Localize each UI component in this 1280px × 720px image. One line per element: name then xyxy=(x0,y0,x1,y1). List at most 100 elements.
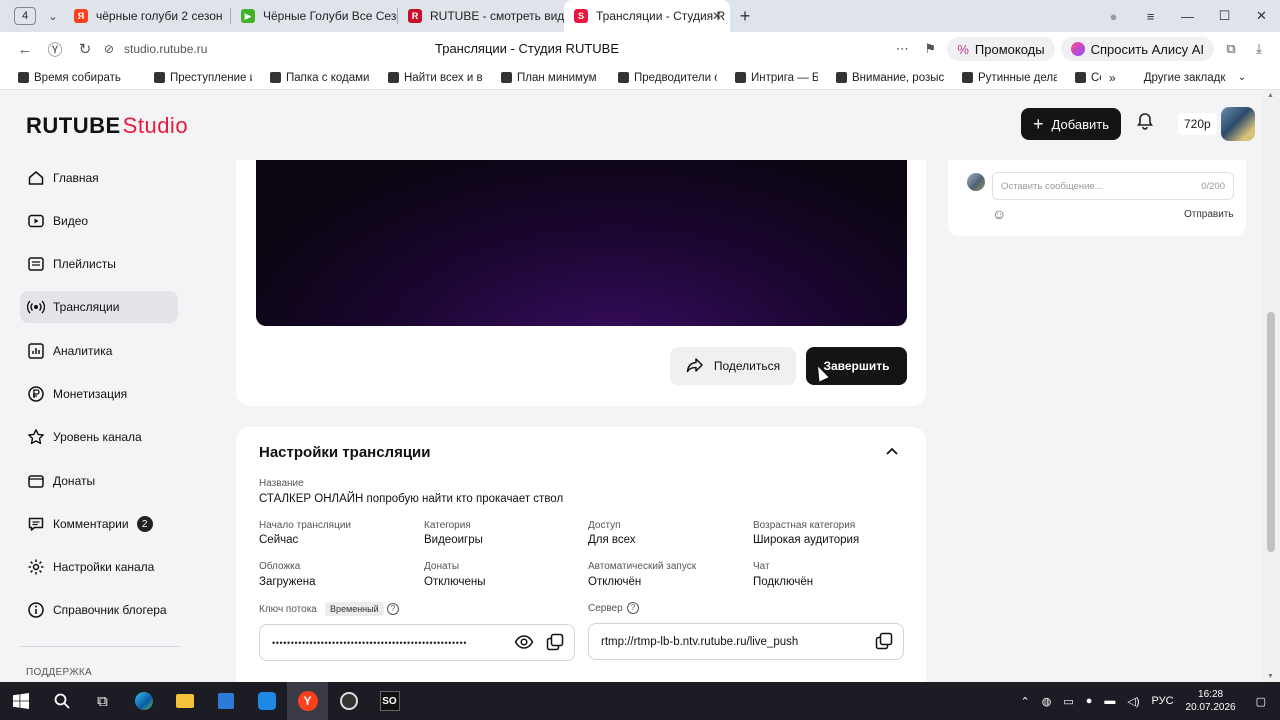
bookmark-item[interactable]: Интрига — База xyxy=(717,72,818,84)
close-tab-icon[interactable]: ✕ xyxy=(712,9,722,23)
task-view-icon[interactable]: ⧉ xyxy=(82,682,123,720)
other-bookmarks[interactable]: Другие закладки xyxy=(1116,72,1226,84)
more-bookmarks-icon[interactable]: » xyxy=(1109,71,1116,85)
sidebar-item-blogger-guide[interactable]: Справочник блогера xyxy=(20,594,178,626)
share-button[interactable]: Поделиться xyxy=(670,347,796,385)
server-help-icon[interactable]: ? xyxy=(627,602,639,614)
bookmark-item[interactable]: Предводители ор xyxy=(600,72,717,84)
bookmark-icon[interactable]: ⚑ xyxy=(919,41,941,57)
bookmark-label: План минимум – xyxy=(517,71,600,84)
add-button[interactable]: + Добавить xyxy=(1021,108,1121,140)
sidebar-item-playlists[interactable]: Плейлисты xyxy=(20,248,178,280)
scrollbar-thumb[interactable] xyxy=(1267,312,1275,552)
page-scrollbar[interactable]: ▲ ▼ xyxy=(1262,90,1280,682)
scroll-up-icon[interactable]: ▲ xyxy=(1267,92,1274,99)
comments-count-badge: 2 xyxy=(136,516,153,532)
site-info-icon[interactable]: ⊘ xyxy=(100,42,118,56)
tabs-dropdown-icon[interactable]: ⌄ xyxy=(42,10,64,23)
search-icon[interactable] xyxy=(41,682,82,720)
sidebar-item-channel-level[interactable]: Уровень канала xyxy=(20,421,178,453)
video-preview[interactable] xyxy=(256,160,907,326)
clock[interactable]: 16:28 20.07.2026 xyxy=(1186,688,1236,714)
browser-tab[interactable]: Я чёрные голуби 2 сезон xyxy=(64,0,230,32)
browser-tab[interactable]: ▶ Чёрные Голуби Все Сезо xyxy=(231,0,397,32)
sidebar-item-video[interactable]: Видео xyxy=(20,205,178,237)
notifications-bell-icon[interactable] xyxy=(1136,112,1154,135)
language-indicator[interactable]: РУС xyxy=(1152,695,1174,707)
info-icon xyxy=(26,600,46,620)
quality-indicator[interactable]: 720p xyxy=(1178,113,1217,135)
new-tab-button[interactable]: + xyxy=(730,6,760,27)
yandex-home-icon[interactable]: Ⓨ xyxy=(40,39,70,60)
eye-icon[interactable] xyxy=(514,633,534,654)
sidebar-item-channel-settings[interactable]: Настройки канала xyxy=(20,551,178,583)
minimize-icon[interactable]: — xyxy=(1169,9,1206,24)
windows-start-icon[interactable] xyxy=(0,682,41,720)
tray-expand-icon[interactable]: ⌃ xyxy=(1020,695,1029,708)
other-bookmarks-label: Другие закладки xyxy=(1143,71,1226,84)
sidebar-item-analytics[interactable]: Аналитика xyxy=(20,335,178,367)
more-icon[interactable]: ⋯ xyxy=(891,41,913,57)
copy-icon[interactable] xyxy=(546,633,564,654)
collections-icon[interactable]: ⧉ xyxy=(1220,41,1242,57)
chat-message-input[interactable]: Оставить сообщение... 0/200 xyxy=(992,172,1234,200)
stream-key-help-icon[interactable]: ? xyxy=(387,603,399,615)
server-field[interactable]: rtmp://rtmp-lb-b.ntv.rutube.ru/live_push xyxy=(588,623,904,660)
back-icon[interactable]: ← xyxy=(10,41,40,58)
bookmarks-menu-icon[interactable]: ⌄ xyxy=(1238,72,1246,83)
tray-network-icon[interactable]: ▭ xyxy=(1063,695,1073,708)
promo-button[interactable]: % Промокоды xyxy=(947,37,1055,61)
mail-app-icon[interactable] xyxy=(246,682,287,720)
clock-date: 20.07.2026 xyxy=(1185,702,1236,713)
bookmark-item[interactable]: Преступление и xyxy=(136,72,252,84)
bookmark-item[interactable]: Папка с кодами – xyxy=(252,72,370,84)
stalker-online-icon[interactable]: SO xyxy=(369,682,410,720)
url-host[interactable]: studio.rutube.ru xyxy=(124,42,207,56)
tray-mic-icon[interactable]: ● xyxy=(1086,695,1093,707)
bookmark-label: Время собирать xyxy=(34,71,121,84)
sidebar-item-comments[interactable]: Комментарии 2 xyxy=(20,508,178,540)
scroll-down-icon[interactable]: ▼ xyxy=(1267,673,1274,680)
studio-logo[interactable]: RUTUBEStudio xyxy=(26,113,188,139)
profile-icon[interactable]: ● xyxy=(1095,9,1132,24)
menu-icon[interactable]: ≡ xyxy=(1132,9,1169,24)
reload-icon[interactable]: ↻ xyxy=(70,40,100,58)
browser-tab-active[interactable]: S Трансляции - Студия R ✕ xyxy=(564,0,730,32)
yandex-browser-icon[interactable]: Y xyxy=(287,682,328,720)
copy-icon[interactable] xyxy=(875,632,893,653)
video-icon xyxy=(26,211,46,231)
notifications-icon[interactable]: ▢ xyxy=(1256,695,1266,708)
tray-app-icon[interactable]: ◍ xyxy=(1042,695,1052,708)
maximize-icon[interactable]: ☐ xyxy=(1206,8,1243,24)
emoji-icon[interactable]: ☺ xyxy=(992,206,1006,222)
bookmark-icon xyxy=(18,72,29,83)
sidebar-item-broadcasts[interactable]: Трансляции xyxy=(20,291,178,323)
store-icon[interactable] xyxy=(205,682,246,720)
bookmark-item[interactable]: Внимание, розыс xyxy=(818,72,944,84)
donate-icon xyxy=(26,471,46,491)
bookmark-item[interactable]: План минимум – xyxy=(483,72,600,84)
send-button[interactable]: Отправить xyxy=(1184,209,1234,220)
downloads-icon[interactable]: ⤓ xyxy=(1248,41,1270,57)
bookmark-item[interactable]: Се xyxy=(1057,72,1101,84)
donate-label: Донаты xyxy=(424,561,460,572)
avatar[interactable] xyxy=(1221,107,1255,141)
broadcast-icon xyxy=(26,297,46,317)
bookmark-item[interactable]: Рутинные дела – xyxy=(944,72,1057,84)
bookmark-item[interactable]: Найти всех и выр xyxy=(370,72,483,84)
browser-tab[interactable]: R RUTUBE - смотреть виде xyxy=(398,0,564,32)
alice-button[interactable]: Спросить Алису AI xyxy=(1060,37,1214,61)
tab-count-button[interactable]: 4 xyxy=(14,7,36,25)
file-explorer-icon[interactable] xyxy=(164,682,205,720)
sidebar-item-donations[interactable]: Донаты xyxy=(20,465,178,497)
chevron-up-icon[interactable] xyxy=(885,443,899,459)
bookmark-item[interactable]: Время собирать xyxy=(0,72,136,84)
sidebar-item-monetization[interactable]: Монетизация xyxy=(20,378,178,410)
close-window-icon[interactable]: ✕ xyxy=(1243,8,1280,24)
stream-key-field[interactable]: ••••••••••••••••••••••••••••••••••••••••… xyxy=(259,624,575,661)
recorder-app-icon[interactable] xyxy=(328,682,369,720)
edge-browser-icon[interactable] xyxy=(123,682,164,720)
volume-icon[interactable]: ◁) xyxy=(1127,695,1139,708)
tray-battery-icon[interactable]: ▬ xyxy=(1104,695,1115,707)
sidebar-item-home[interactable]: Главная xyxy=(20,162,178,194)
